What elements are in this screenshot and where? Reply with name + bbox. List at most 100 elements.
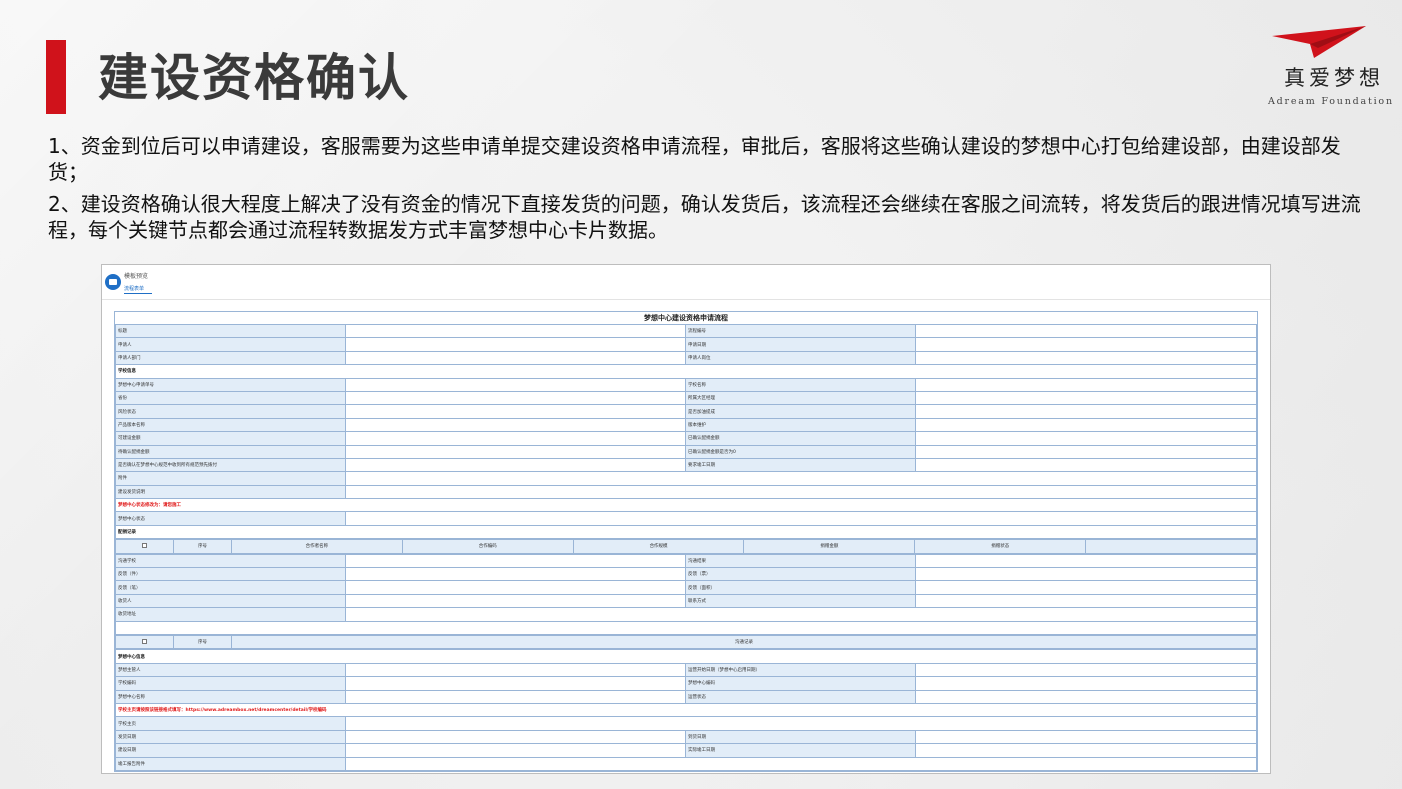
field-input[interactable] xyxy=(915,593,1257,609)
field-input[interactable] xyxy=(345,662,686,678)
field-input[interactable] xyxy=(345,743,686,758)
field-label: 是否确认在梦想中心规范中收到所有规范预先拨付 xyxy=(115,457,346,473)
form-row: 建设日期 实际竣工日期 xyxy=(115,743,1257,758)
field-input[interactable] xyxy=(345,567,686,582)
select-all-cell[interactable] xyxy=(115,634,174,650)
field-input[interactable] xyxy=(915,457,1257,473)
field-label: 已确认配捐金额 xyxy=(685,431,916,446)
report-attachment-field[interactable] xyxy=(345,756,1257,771)
field-input[interactable] xyxy=(345,689,686,704)
field-input[interactable] xyxy=(345,676,686,691)
field-label: 附件 xyxy=(115,471,346,486)
field-input[interactable] xyxy=(915,444,1257,459)
field-input[interactable] xyxy=(915,567,1257,582)
field-input[interactable] xyxy=(915,390,1257,406)
field-input[interactable] xyxy=(915,553,1257,569)
form-row: 附件 xyxy=(115,471,1257,486)
field-input[interactable] xyxy=(345,580,686,595)
field-input[interactable] xyxy=(345,729,686,745)
field-input[interactable] xyxy=(345,417,686,433)
field-input[interactable] xyxy=(345,593,686,609)
select-all-checkbox[interactable] xyxy=(142,542,147,548)
section-row: 配捐记录 xyxy=(115,524,1257,540)
field-input[interactable] xyxy=(915,404,1257,419)
field-input[interactable] xyxy=(915,323,1257,339)
url-notice: 学校主页请按照该链接格式填写：https://www.adreambox.net… xyxy=(115,702,1257,718)
form-row: 申请人部门 申请人岗位 xyxy=(115,350,1257,366)
status-field[interactable] xyxy=(345,511,1257,526)
field-input[interactable] xyxy=(915,377,1257,392)
field-input[interactable] xyxy=(345,323,686,339)
attachment-field[interactable] xyxy=(345,471,1257,486)
field-input[interactable] xyxy=(915,431,1257,446)
field-label: 是否加油提成 xyxy=(685,404,916,419)
home-icon[interactable] xyxy=(105,274,121,290)
paragraph-2: 2、建设资格确认很大程度上解决了没有资金的情况下直接发货的问题，确认发货后，该流… xyxy=(48,192,1361,242)
field-input[interactable] xyxy=(345,337,686,352)
field-input[interactable] xyxy=(345,457,686,473)
form-row: 反馈（笔） 反馈（面积） xyxy=(115,580,1257,595)
field-input[interactable] xyxy=(345,553,686,569)
logo: 真爱梦想 Adream Foundation xyxy=(1262,20,1402,110)
field-input[interactable] xyxy=(345,444,686,459)
column-header: 沟通记录 xyxy=(231,634,1257,650)
field-label: 梦想中心状态 xyxy=(115,511,346,526)
breadcrumb: 模板预览 xyxy=(124,273,149,280)
field-input[interactable] xyxy=(915,729,1257,745)
field-input[interactable] xyxy=(345,377,686,392)
section-center: 梦想中心信息 xyxy=(115,649,1257,664)
field-label: 反馈（面积） xyxy=(685,580,916,595)
field-input[interactable] xyxy=(915,350,1257,366)
form-row: 梦想主管人 运营开始日期（梦想中心启用日期） xyxy=(115,662,1257,678)
field-label: 反馈（件） xyxy=(115,567,346,582)
form-row: 建设发货说明 xyxy=(115,484,1257,500)
field-input[interactable] xyxy=(915,743,1257,758)
form-row: 省份 所属大区经理 xyxy=(115,390,1257,406)
field-label: 要求竣工日期 xyxy=(685,457,916,473)
field-input[interactable] xyxy=(915,689,1257,704)
section-row: 学校信息 xyxy=(115,364,1257,379)
field-label: 反馈（笔） xyxy=(115,580,346,595)
field-input[interactable] xyxy=(915,337,1257,352)
field-label: 省份 xyxy=(115,390,346,406)
form-row: 收货人 联系方式 xyxy=(115,593,1257,609)
column-header: 捐赠状态 xyxy=(914,539,1087,554)
field-label: 产品版本名称 xyxy=(115,417,346,433)
field-input[interactable] xyxy=(915,662,1257,678)
form-row: 反馈（件） 反馈（票） xyxy=(115,567,1257,582)
field-input[interactable] xyxy=(915,676,1257,691)
address-field[interactable] xyxy=(345,607,1257,622)
form-row: 学校主页 xyxy=(115,716,1257,731)
form-table-2: 沟通学校 沟通结果 反馈（件） 反馈（票） 反馈（笔） 反馈（面积） 收货人 联系方式 … xyxy=(115,553,1257,635)
notice-row: 学校主页请按照该链接格式填写：https://www.adreambox.net… xyxy=(115,702,1257,718)
column-header: 合作编码 xyxy=(401,539,574,554)
field-label: 沟通结果 xyxy=(685,553,916,569)
notice-row: 梦想中心状态修改为：请您施工 xyxy=(115,498,1257,513)
field-label: 收货地址 xyxy=(115,607,346,622)
field-label: 到货日期 xyxy=(685,729,916,745)
page-title: 建设资格确认 xyxy=(98,49,410,107)
field-label: 梦想中心申请单号 xyxy=(115,377,346,392)
column-header-blank xyxy=(1085,539,1257,554)
select-all-checkbox[interactable] xyxy=(142,638,147,644)
form-row: 待确认配捐金额 已确认配捐金额是否为0 xyxy=(115,444,1257,459)
spacer-cell xyxy=(115,620,1257,635)
form-row: 梦想中心状态 xyxy=(115,511,1257,526)
column-header: 合作者名称 xyxy=(231,539,403,554)
field-input[interactable] xyxy=(345,350,686,366)
field-input[interactable] xyxy=(345,404,686,419)
field-label: 学校名称 xyxy=(685,377,916,392)
form-title: 梦想中心建设资格申请流程 xyxy=(644,314,728,322)
note-field[interactable] xyxy=(345,484,1257,500)
field-label: 待确认配捐金额 xyxy=(115,444,346,459)
tab-form[interactable]: 流程表单 xyxy=(124,285,152,294)
form-row: 收货地址 xyxy=(115,607,1257,622)
select-all-cell[interactable] xyxy=(115,539,174,554)
homepage-field[interactable] xyxy=(345,716,1257,731)
form-row: 沟通学校 沟通结果 xyxy=(115,553,1257,569)
field-input[interactable] xyxy=(345,431,686,446)
field-input[interactable] xyxy=(915,580,1257,595)
field-input[interactable] xyxy=(915,417,1257,433)
field-input[interactable] xyxy=(345,390,686,406)
field-label: 竣工报告附件 xyxy=(115,756,346,771)
